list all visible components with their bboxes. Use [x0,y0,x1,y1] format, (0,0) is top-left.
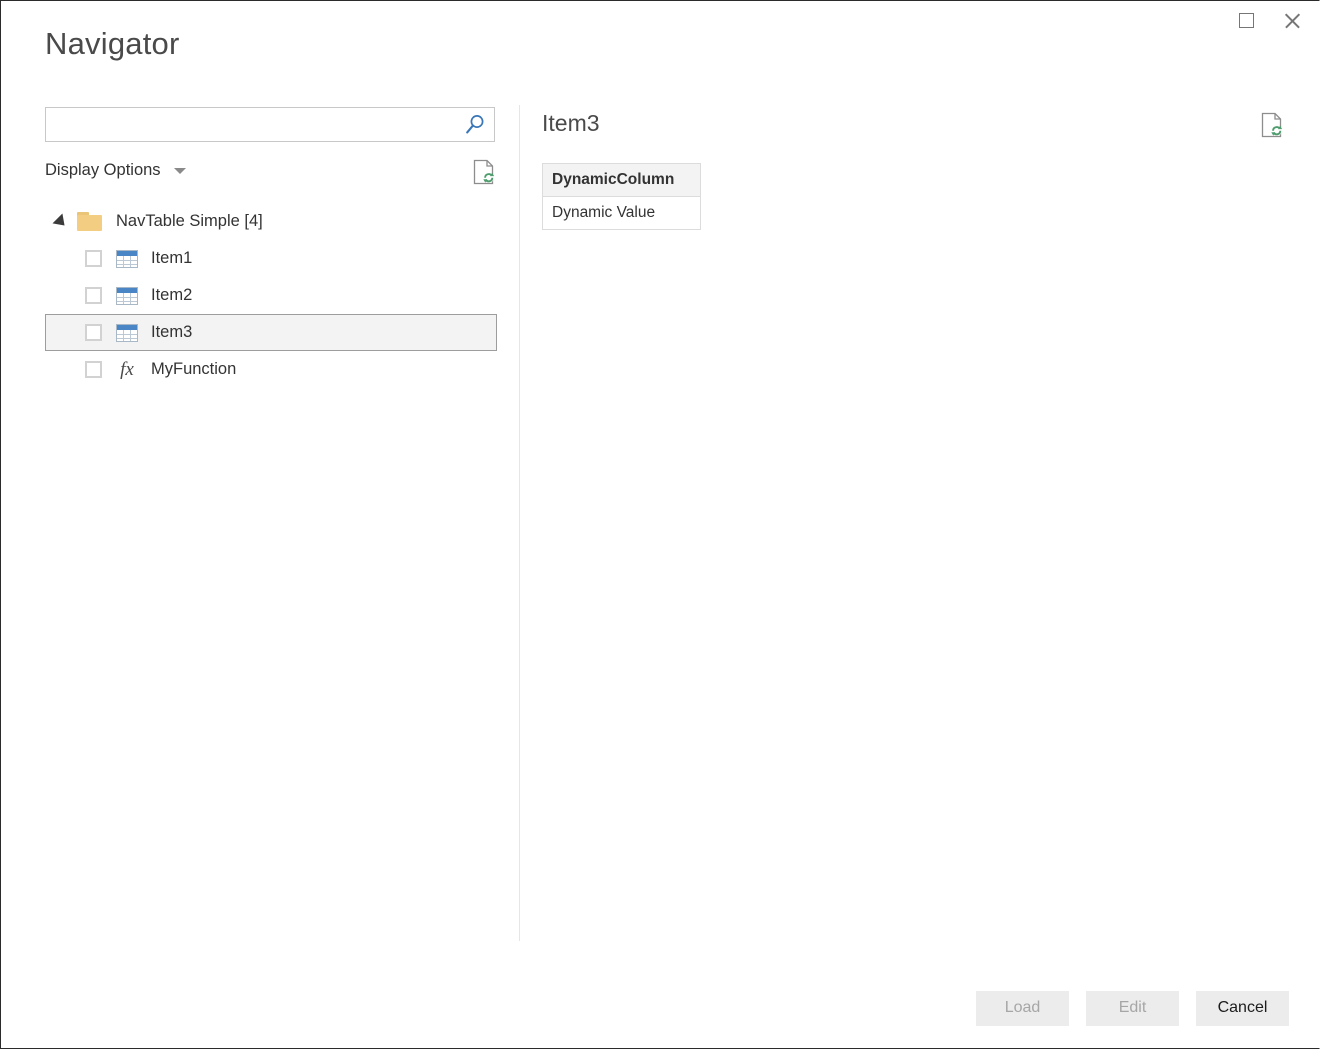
checkbox-item2[interactable] [85,287,102,304]
pane-divider [519,105,520,941]
maximize-button[interactable] [1223,3,1269,37]
checkbox-item1[interactable] [85,250,102,267]
chevron-down-icon [173,167,186,174]
checkbox-item3[interactable] [85,324,102,341]
table-cell: Dynamic Value [542,196,701,230]
load-button[interactable]: Load [976,990,1069,1026]
title-bar [1,1,1319,41]
tree-item-label: MyFunction [151,360,237,378]
column-header-dynamiccolumn: DynamicColumn [542,163,701,197]
search-icon[interactable] [464,114,486,136]
preview-header: Item3 [542,107,1291,147]
search-box[interactable] [45,107,495,142]
table-icon [116,249,138,268]
navigator-dialog: Navigator Display Options NavTable Simpl… [0,0,1320,1049]
cancel-button[interactable]: Cancel [1196,990,1289,1026]
tree-item-myfunction[interactable]: fx MyFunction [45,351,497,388]
folder-icon [77,212,102,231]
tree-item-item3[interactable]: Item3 [45,314,497,351]
close-button[interactable] [1269,3,1315,37]
display-options-dropdown[interactable]: Display Options [45,161,186,180]
edit-button[interactable]: Edit [1086,990,1179,1026]
preview-table-header-row: DynamicColumn [542,163,701,197]
maximize-icon [1238,12,1254,28]
search-input[interactable] [46,108,456,141]
window-controls [1223,3,1315,37]
tree-root-label: NavTable Simple [4] [116,212,263,230]
refresh-document-icon[interactable] [473,159,495,185]
tree-item-label: Item1 [151,249,193,267]
expand-collapse-icon[interactable] [52,213,70,230]
preview-title: Item3 [542,110,600,136]
tree-item-item1[interactable]: Item1 [45,240,497,277]
dialog-footer: Load Edit Cancel [1,990,1319,1026]
checkbox-myfunction[interactable] [85,361,102,378]
tree-item-label: Item3 [151,323,193,341]
preview-pane: Item3 DynamicColumn Dynamic Value [542,107,1291,230]
display-options-label: Display Options [45,161,161,179]
navigation-tree: NavTable Simple [4] Item1 Item2 Item3 fx… [45,203,497,388]
close-icon [1283,11,1302,30]
tree-root-navtable-simple[interactable]: NavTable Simple [4] [45,203,497,240]
table-icon [116,286,138,305]
page-title: Navigator [45,26,180,61]
display-options-row: Display Options [45,159,495,187]
function-fx-icon: fx [120,359,134,380]
tree-item-item2[interactable]: Item2 [45,277,497,314]
preview-table: DynamicColumn Dynamic Value [542,163,701,230]
left-pane: Display Options NavTable Simple [4] Item… [45,107,497,388]
table-row: Dynamic Value [542,196,701,230]
table-icon [116,323,138,342]
tree-item-label: Item2 [151,286,193,304]
refresh-document-icon[interactable] [1261,112,1283,138]
